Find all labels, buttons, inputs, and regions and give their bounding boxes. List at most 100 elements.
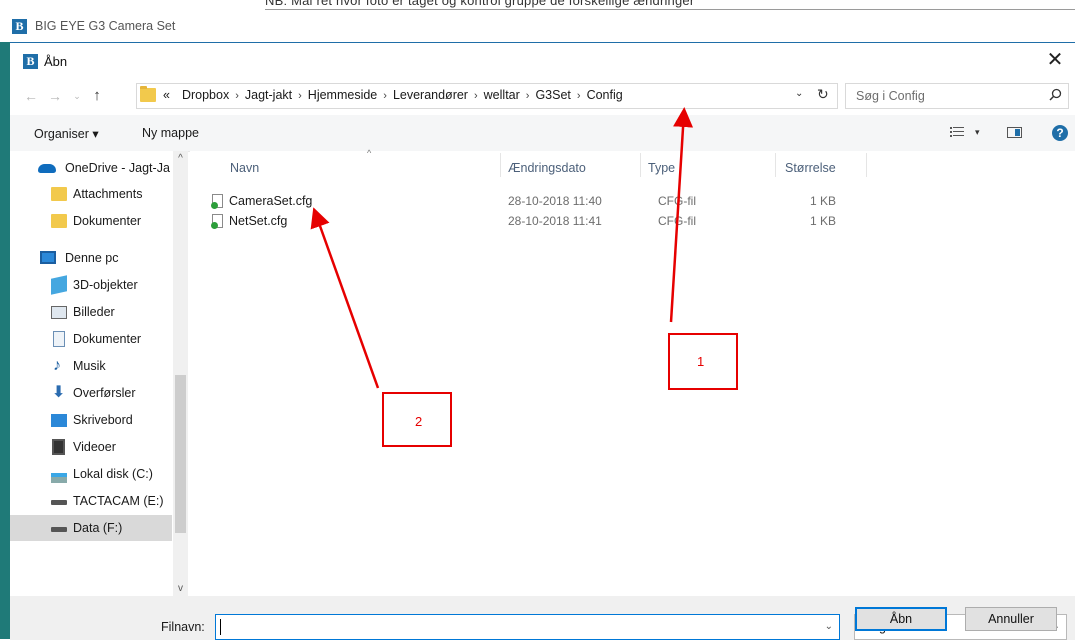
preview-pane-icon[interactable]	[1007, 127, 1022, 138]
videos-icon	[52, 439, 65, 455]
scroll-down-icon[interactable]: v	[173, 583, 188, 594]
breadcrumb-item-welltar[interactable]: welltar	[484, 88, 520, 102]
sidebar-item-label: Lokal disk (C:)	[73, 467, 153, 481]
search-input[interactable]: Søg i Config	[845, 83, 1069, 109]
sidebar-item-label: Attachments	[73, 187, 143, 201]
breadcrumb-separator: ›	[525, 90, 530, 102]
open-file-dialog: B Åbn ✕ ← → ⌄ ↑ « Dropbox › Jagt-jakt › Hjemm…	[10, 42, 1075, 640]
list-item[interactable]: NetSet.cfg 28-10-2018 11:41 CFG-fil 1 KB	[211, 212, 852, 232]
scroll-up-icon[interactable]: ^	[173, 153, 188, 164]
refresh-icon[interactable]: ↻	[817, 86, 829, 103]
cfg-file-icon	[211, 214, 223, 229]
column-divider[interactable]	[775, 153, 776, 177]
back-arrow-icon[interactable]: ←	[22, 87, 40, 105]
filename-label: Filnavn:	[161, 620, 205, 634]
sidebar-item-label: 3D-objekter	[73, 278, 138, 292]
recent-locations-chevron-icon[interactable]: ⌄	[68, 87, 86, 105]
scrollbar-thumb[interactable]	[175, 375, 186, 533]
address-dropdown-chevron-icon[interactable]: ⌄	[795, 88, 803, 99]
file-type: CFG-fil	[658, 214, 696, 228]
3d-objects-icon	[51, 275, 67, 295]
breadcrumb-separator: ›	[576, 90, 581, 102]
sidebar-item-documents[interactable]: Dokumenter	[10, 326, 172, 352]
app-logo-icon: B	[12, 19, 27, 34]
cfg-file-icon	[211, 194, 223, 209]
filename-input[interactable]: ⌄	[215, 614, 840, 640]
file-type: CFG-fil	[658, 194, 696, 208]
background-document-strip: NB: Mål ret hvor foto er taget og kontro…	[0, 0, 1075, 12]
close-icon[interactable]: ✕	[1043, 49, 1067, 73]
background-rule	[265, 9, 1075, 10]
navigation-scrollbar[interactable]: ^ v	[173, 151, 188, 596]
column-header-type[interactable]: Type	[648, 161, 675, 175]
column-header-name[interactable]: Navn	[230, 161, 259, 175]
sidebar-item-attachments[interactable]: Attachments	[10, 181, 172, 207]
sidebar-item-downloads[interactable]: ⬇ Overførsler	[10, 380, 172, 406]
sidebar-item-music[interactable]: ♪ Musik	[10, 353, 172, 379]
sidebar-item-label: Data (F:)	[73, 521, 123, 535]
column-divider[interactable]	[866, 153, 867, 177]
folder-icon	[51, 214, 67, 228]
breadcrumb-separator: ›	[383, 90, 387, 102]
command-bar: Organiser ▾ Ny mappe ▾ ?	[10, 115, 1075, 152]
onedrive-icon	[38, 164, 56, 173]
sidebar-item-videos[interactable]: Videoer	[10, 434, 172, 460]
filename-dropdown-chevron-icon[interactable]: ⌄	[825, 621, 833, 632]
search-placeholder: Søg i Config	[856, 89, 925, 103]
sidebar-item-data-f[interactable]: Data (F:)	[10, 515, 172, 541]
file-name: NetSet.cfg	[229, 214, 288, 228]
sidebar-item-local-disk-c[interactable]: Lokal disk (C:)	[10, 461, 172, 487]
computer-icon	[40, 251, 56, 264]
sort-ascending-icon: ^	[367, 148, 372, 158]
breadcrumb-separator: ›	[235, 90, 239, 102]
list-item[interactable]: CameraSet.cfg 28-10-2018 11:40 CFG-fil 1…	[211, 192, 852, 212]
breadcrumb: « Dropbox › Jagt-jakt › Hjemmeside › Leverandør…	[163, 88, 623, 102]
sidebar-item-3d-objects[interactable]: 3D-objekter	[10, 272, 172, 298]
organize-button[interactable]: Organiser ▾	[34, 126, 99, 141]
pictures-icon	[51, 306, 67, 319]
music-icon: ♪	[53, 357, 61, 374]
open-button[interactable]: Åbn	[855, 607, 947, 631]
breadcrumb-item-config[interactable]: Config	[587, 88, 623, 102]
sidebar-item-this-pc[interactable]: Denne pc	[10, 245, 172, 271]
column-header-date[interactable]: Ændringsdato	[508, 161, 586, 175]
sidebar-item-label: Billeder	[73, 305, 115, 319]
view-details-icon[interactable]	[950, 127, 964, 138]
file-size: 1 KB	[810, 194, 837, 208]
sidebar-item-label: Dokumenter	[73, 332, 142, 346]
breadcrumb-item-g3set[interactable]: G3Set	[535, 88, 570, 102]
folder-icon	[51, 187, 67, 201]
sidebar-item-label: Musik	[73, 359, 106, 373]
view-dropdown-icon[interactable]: ▾	[975, 127, 980, 138]
breadcrumb-overflow[interactable]: «	[163, 88, 170, 102]
up-arrow-icon[interactable]: ↑	[88, 87, 106, 105]
folder-icon	[140, 86, 156, 102]
search-icon	[1049, 88, 1062, 104]
sidebar-item-desktop[interactable]: Skrivebord	[10, 407, 172, 433]
column-header-size[interactable]: Størrelse	[785, 161, 836, 175]
sidebar-item-label: Dokumenter	[73, 214, 142, 228]
sidebar-item-pictures[interactable]: Billeder	[10, 299, 172, 325]
dialog-titlebar: B Åbn ✕	[10, 43, 1075, 79]
breadcrumb-item-dropbox[interactable]: Dropbox	[182, 88, 229, 102]
sidebar-item-onedrive[interactable]: OneDrive - Jagt-Ja	[10, 155, 172, 181]
breadcrumb-separator: ›	[473, 90, 478, 102]
forward-arrow-icon[interactable]: →	[46, 87, 64, 105]
sidebar-item-tactacam-e[interactable]: TACTACAM (E:)	[10, 488, 172, 514]
cancel-button[interactable]: Annuller	[965, 607, 1057, 631]
breadcrumb-item-jagt-jakt[interactable]: Jagt-jakt	[245, 88, 292, 102]
desktop-icon	[51, 414, 67, 427]
new-folder-button[interactable]: Ny mappe	[142, 126, 199, 140]
app-titlebar: B BIG EYE G3 Camera Set	[0, 12, 1075, 42]
help-icon[interactable]: ?	[1052, 125, 1068, 141]
breadcrumb-item-leverandorer[interactable]: Leverandører	[393, 88, 468, 102]
navigation-row: ← → ⌄ ↑ « Dropbox › Jagt-jakt › Hjemmeside › Le…	[10, 79, 1075, 113]
sidebar-item-onedrive-documents[interactable]: Dokumenter	[10, 208, 172, 234]
column-divider[interactable]	[500, 153, 501, 177]
file-date: 28-10-2018 11:41	[508, 214, 602, 228]
column-divider[interactable]	[640, 153, 641, 177]
address-bar[interactable]: « Dropbox › Jagt-jakt › Hjemmeside › Leverandør…	[136, 83, 838, 109]
breadcrumb-item-hjemmeside[interactable]: Hjemmeside	[308, 88, 377, 102]
documents-icon	[53, 331, 65, 347]
app-title: BIG EYE G3 Camera Set	[35, 19, 176, 33]
